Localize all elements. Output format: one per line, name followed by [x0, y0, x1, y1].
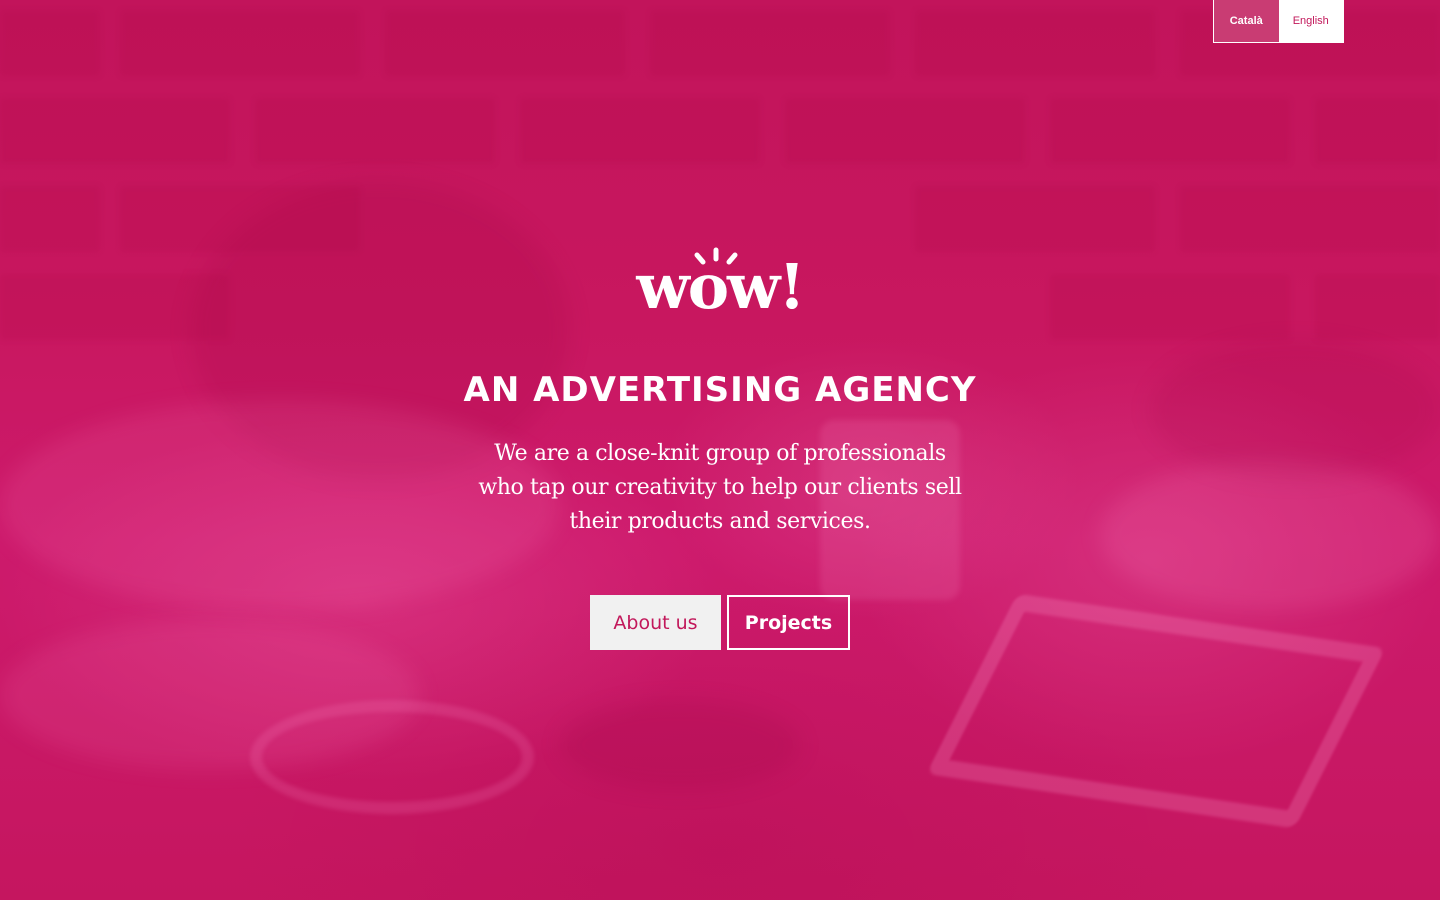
about-us-button[interactable]: About us — [590, 595, 721, 650]
hero-section: wow! AN ADVERTISING AGENCY We are a clos… — [0, 0, 1440, 900]
intro-text: We are a close-knit group of professiona… — [478, 441, 962, 534]
projects-button[interactable]: Projects — [727, 595, 850, 650]
logo-wordmark: wow! — [635, 250, 803, 314]
page-title: AN ADVERTISING AGENCY — [463, 370, 977, 410]
wow-logo[interactable]: wow! — [625, 242, 815, 314]
